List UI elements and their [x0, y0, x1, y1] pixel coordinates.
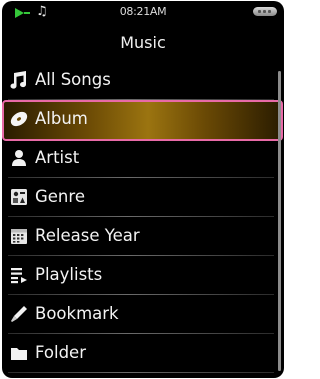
menu-item-album[interactable]: Album: [2, 100, 284, 141]
menu-item-label: Folder: [35, 343, 86, 362]
menu-item-label: Bookmark: [35, 304, 119, 323]
genre-icon: [9, 187, 29, 207]
person-icon: [9, 148, 29, 168]
divider: [8, 372, 274, 373]
menu-item-genre[interactable]: Genre: [2, 178, 284, 217]
battery-icon: [253, 7, 277, 16]
menu-item-artist[interactable]: Artist: [2, 139, 284, 178]
calendar-icon: [9, 226, 29, 246]
menu-item-label: All Songs: [35, 70, 111, 89]
clock: 08:21AM: [119, 5, 167, 18]
page-title: Music: [120, 33, 166, 52]
menu-item-label: Release Year: [35, 226, 140, 245]
menu-item-label: Album: [35, 109, 88, 128]
music-player-screen: ♫ 08:21AM Music All Songs Album Artist G…: [2, 1, 284, 378]
scrollbar[interactable]: [278, 71, 281, 371]
menu-item-folder[interactable]: Folder: [2, 334, 284, 373]
disc-icon: [9, 109, 29, 129]
menu-item-release-year[interactable]: Release Year: [2, 217, 284, 256]
scrollbar-thumb[interactable]: [278, 71, 281, 371]
menu-item-label: Playlists: [35, 265, 103, 284]
folder-icon: [9, 343, 29, 363]
bookmark-icon: [9, 304, 29, 324]
playlist-icon: [9, 265, 29, 285]
menu-item-label: Artist: [35, 148, 80, 167]
menu-item-all-songs[interactable]: All Songs: [2, 61, 284, 100]
music-menu: All Songs Album Artist Genre Release Yea…: [2, 61, 284, 373]
menu-item-bookmark[interactable]: Bookmark: [2, 295, 284, 334]
music-note-icon: [9, 70, 29, 90]
menu-item-playlists[interactable]: Playlists: [2, 256, 284, 295]
menu-item-label: Genre: [35, 187, 85, 206]
status-bar: ♫ 08:21AM: [2, 1, 284, 27]
